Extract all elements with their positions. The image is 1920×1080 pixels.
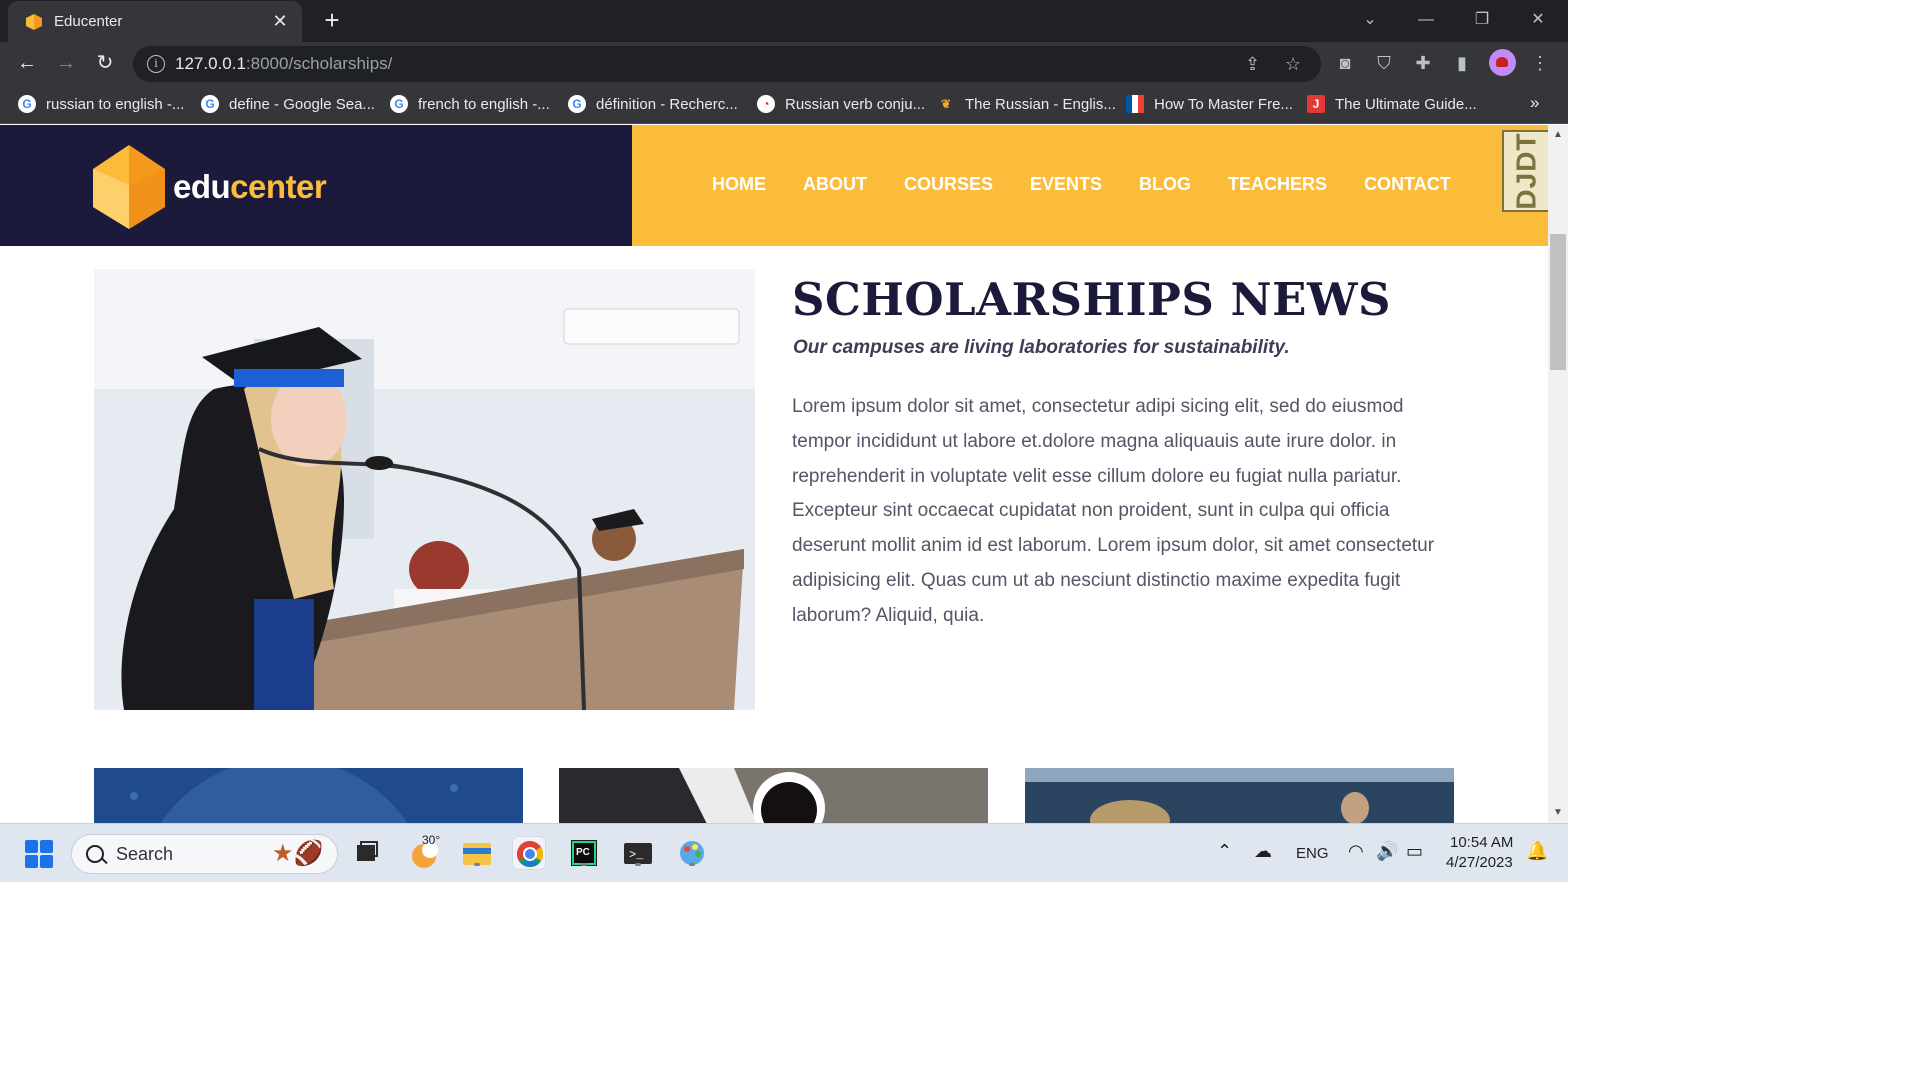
body-paragraph: Lorem ipsum dolor sit amet, consectetur … — [792, 396, 1435, 626]
google-icon: G — [18, 95, 36, 113]
reverso-icon: ◔ — [757, 95, 775, 113]
url-path: :8000/scholarships/ — [245, 54, 393, 73]
nav-blog[interactable]: BLOG — [1139, 174, 1191, 195]
site-header: educenter HOME ABOUT COURSES EVENTS BLOG… — [0, 125, 1548, 246]
bookmark-item[interactable]: G russian to english -... — [18, 93, 184, 115]
search-icon — [86, 845, 104, 863]
paint-icon[interactable] — [675, 836, 709, 870]
scroll-up-arrow-icon[interactable]: ▲ — [1552, 129, 1564, 140]
side-panel-icon[interactable]: ▮ — [1449, 50, 1475, 76]
windows-start-icon[interactable] — [25, 840, 53, 868]
nav-teachers[interactable]: TEACHERS — [1228, 174, 1327, 195]
scroll-down-arrow-icon[interactable]: ▼ — [1552, 807, 1564, 818]
address-bar[interactable]: i 127.0.0.1:8000/scholarships/ ⇪ ☆ — [133, 46, 1321, 82]
bookmark-item[interactable]: J The Ultimate Guide... — [1307, 93, 1477, 115]
url-host: 127.0.0.1 — [175, 54, 246, 73]
terminal-icon[interactable]: >_ — [621, 836, 655, 870]
bookmark-item[interactable]: G définition - Recherc... — [568, 93, 738, 115]
volume-icon[interactable]: 🔊 — [1376, 841, 1398, 862]
battery-icon[interactable]: ▭ — [1406, 841, 1423, 862]
camera-extension-icon[interactable]: ◙ — [1332, 50, 1358, 76]
browser-toolbar: ← → ↻ i 127.0.0.1:8000/scholarships/ ⇪ ☆… — [0, 42, 1568, 84]
chrome-icon[interactable] — [512, 836, 546, 870]
web-page: educenter HOME ABOUT COURSES EVENTS BLOG… — [0, 125, 1548, 823]
onedrive-cloud-icon[interactable]: ☁ — [1254, 841, 1272, 862]
close-window-button[interactable]: ✕ — [1520, 6, 1556, 34]
nav-courses[interactable]: COURSES — [904, 174, 993, 195]
shield-extension-icon[interactable]: ⛉ — [1371, 50, 1397, 76]
more-menu-icon[interactable]: ⋮ — [1527, 50, 1553, 76]
j-icon: J — [1307, 95, 1325, 113]
svg-text:>_: >_ — [629, 848, 644, 862]
scrollbar-thumb[interactable] — [1550, 234, 1566, 370]
nav-about[interactable]: ABOUT — [803, 174, 867, 195]
nav-home[interactable]: HOME — [712, 174, 766, 195]
clock-time[interactable]: 10:54 AM — [1450, 834, 1513, 851]
bookmark-star-icon[interactable]: ☆ — [1285, 54, 1301, 75]
file-explorer-icon[interactable] — [460, 836, 494, 870]
new-tab-button[interactable]: + — [318, 6, 346, 34]
windows-taskbar: Search ★🏈 30° PC >_ ⌃ ☁ ENG ◠ 🔊 ▭ 10:54 … — [0, 823, 1568, 882]
notifications-icon[interactable]: 🔔 — [1526, 841, 1548, 862]
bookmarks-overflow-button[interactable]: » — [1530, 93, 1539, 113]
bookmark-item[interactable]: ◔ Russian verb conju... — [757, 93, 925, 115]
profile-avatar[interactable] — [1489, 49, 1516, 76]
bookmark-item[interactable]: ❦ The Russian - Englis... — [937, 93, 1116, 115]
card-image-1[interactable] — [94, 768, 523, 823]
flag-ru-icon: ❦ — [940, 97, 952, 111]
site-logo[interactable]: educenter — [93, 145, 327, 229]
logo-cube-icon — [93, 145, 165, 229]
wifi-icon[interactable]: ◠ — [1348, 841, 1364, 862]
educenter-favicon-icon — [26, 13, 42, 30]
extensions-puzzle-icon[interactable]: ✚ — [1410, 50, 1436, 76]
django-debug-toolbar-handle[interactable]: DJDT — [1502, 130, 1548, 212]
taskbar-search[interactable]: Search ★🏈 — [71, 834, 338, 874]
bookmark-item[interactable]: G define - Google Sea... — [201, 93, 375, 115]
bookmark-item[interactable]: How To Master Fre... — [1126, 93, 1293, 115]
back-button[interactable]: ← — [12, 48, 42, 78]
tab-educenter[interactable]: Educenter ✕ — [8, 1, 302, 42]
bookmark-item[interactable]: G french to english -... — [390, 93, 550, 115]
tab-search-chevron-icon[interactable]: ⌄ — [1352, 6, 1388, 34]
tray-overflow-chevron-icon[interactable]: ⌃ — [1217, 841, 1232, 862]
reload-button[interactable]: ↻ — [90, 48, 120, 78]
nav-contact[interactable]: CONTACT — [1364, 174, 1451, 195]
main-nav: HOME ABOUT COURSES EVENTS BLOG TEACHERS … — [712, 174, 1488, 195]
flag-fr-icon — [1126, 95, 1144, 113]
nav-events[interactable]: EVENTS — [1030, 174, 1102, 195]
svg-text:PC: PC — [576, 847, 590, 858]
google-icon: G — [568, 95, 586, 113]
site-info-icon[interactable]: i — [147, 55, 165, 73]
weather-temperature: 30° — [422, 833, 441, 847]
language-indicator[interactable]: ENG — [1296, 845, 1329, 862]
clock-date[interactable]: 4/27/2023 — [1446, 854, 1513, 871]
google-icon: G — [201, 95, 219, 113]
restore-button[interactable]: ❐ — [1464, 6, 1500, 34]
tab-title: Educenter — [54, 13, 123, 30]
task-view-icon[interactable] — [350, 836, 384, 870]
share-icon[interactable]: ⇪ — [1245, 54, 1260, 75]
bookmarks-bar: G russian to english -... G define - Goo… — [0, 84, 1568, 124]
page-subtitle: Our campuses are living laboratories for… — [793, 337, 1290, 358]
page-scrollbar[interactable]: ▲ ▼ — [1548, 125, 1568, 823]
tab-strip: Educenter ✕ + ⌄ — ❐ ✕ — [0, 0, 1568, 42]
search-highlight-icon: ★🏈 — [272, 840, 324, 867]
tab-close-icon[interactable]: ✕ — [270, 11, 290, 32]
page-title: SCHOLARSHIPS NEWS — [792, 273, 1392, 326]
google-icon: G — [390, 95, 408, 113]
header-logo-area: educenter — [0, 125, 632, 246]
card-image-3[interactable] — [1025, 768, 1454, 823]
graduate-podium-image — [94, 269, 755, 710]
pycharm-icon[interactable]: PC — [567, 836, 601, 870]
logo-wordmark: educenter — [173, 168, 327, 205]
forward-button[interactable]: → — [51, 48, 81, 78]
card-image-2[interactable] — [559, 768, 988, 823]
minimize-button[interactable]: — — [1408, 6, 1444, 34]
